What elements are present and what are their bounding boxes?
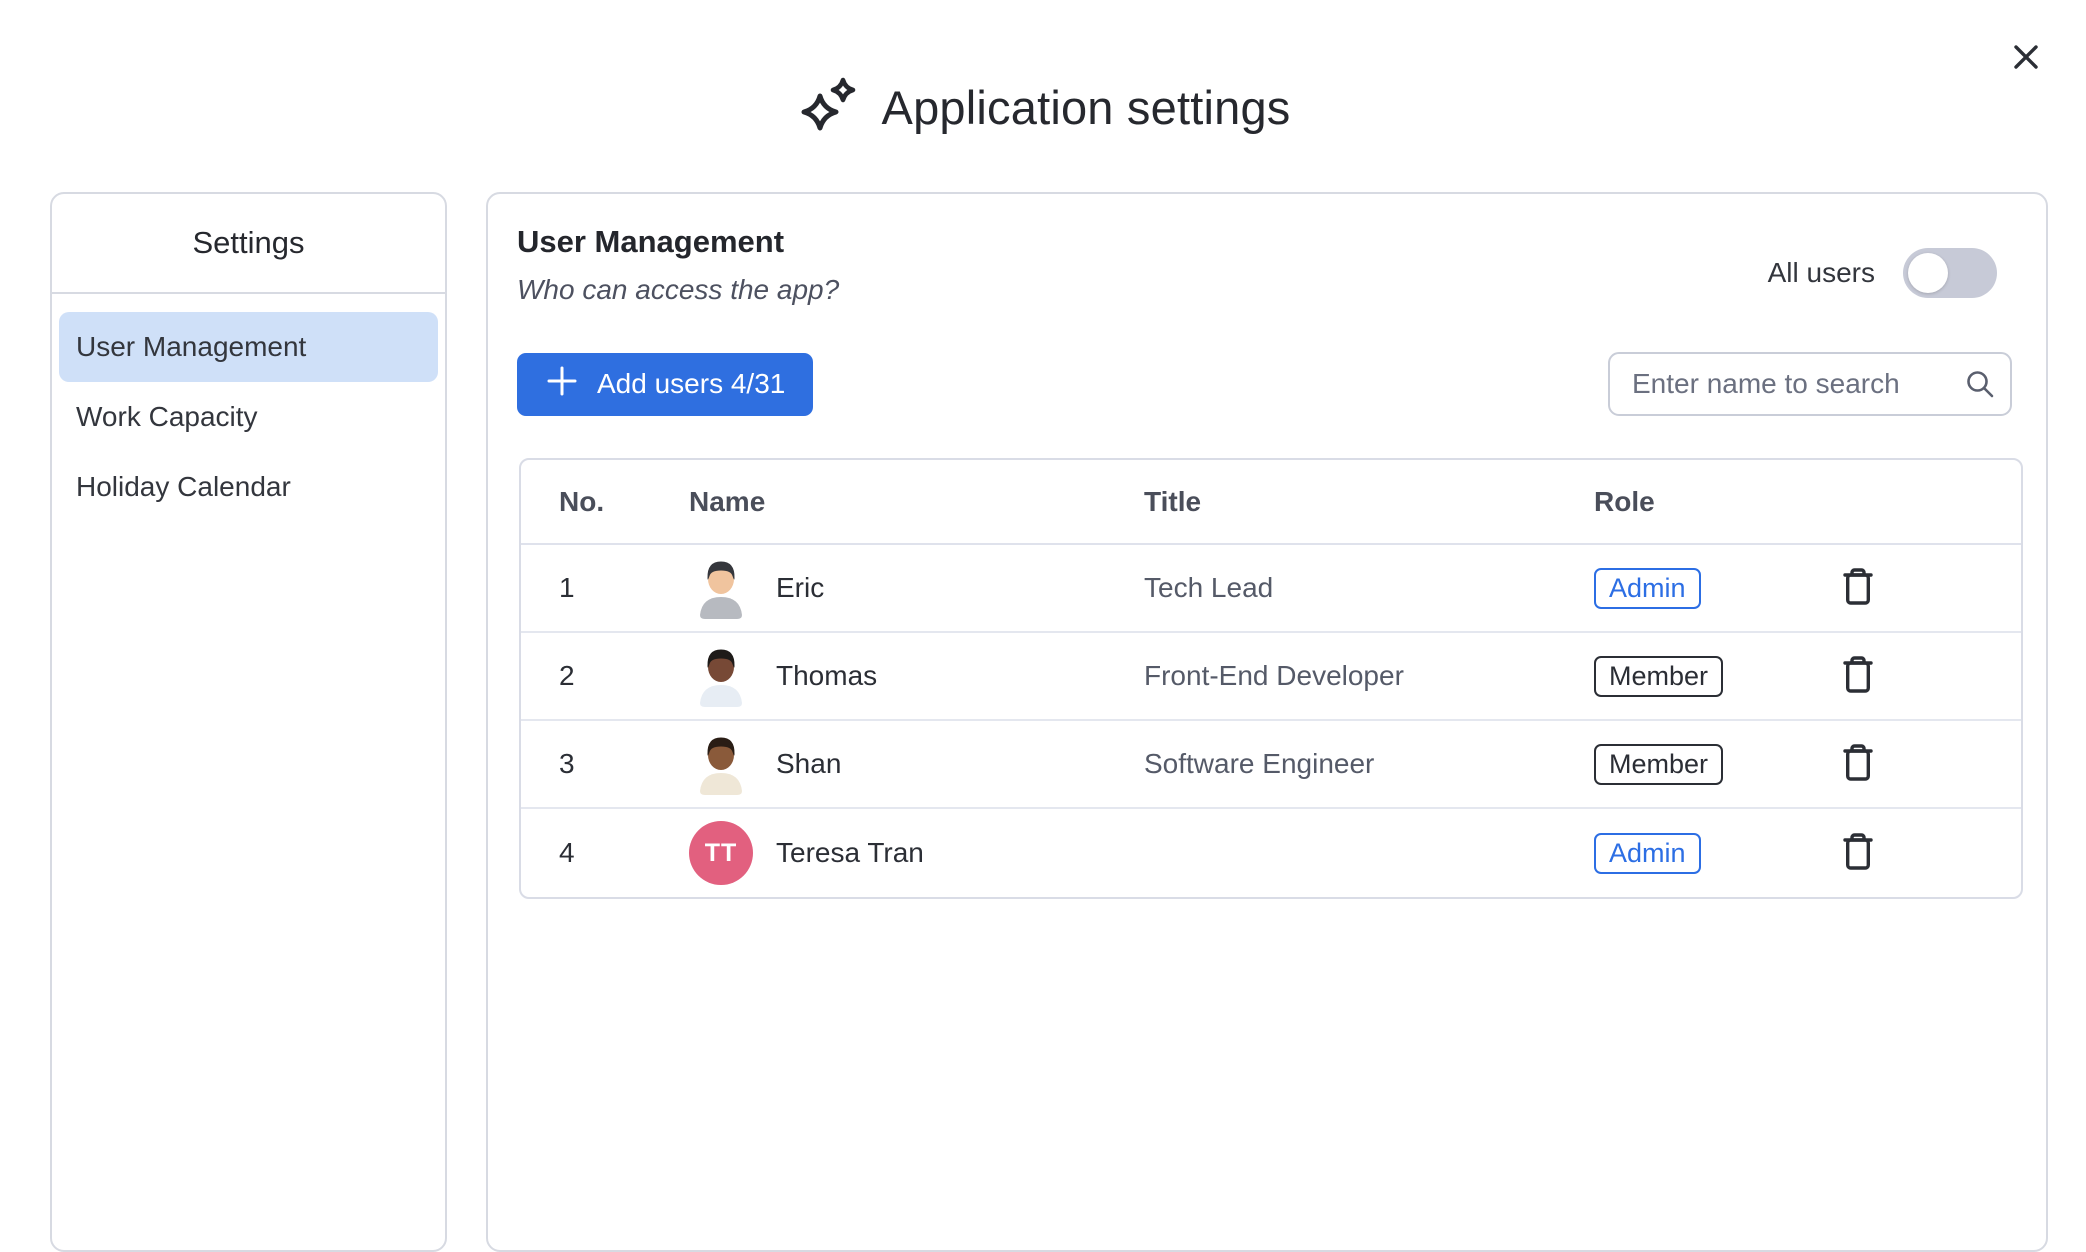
row-number: 3	[559, 748, 689, 780]
sidebar-item-user-management[interactable]: User Management	[59, 312, 438, 382]
search-input[interactable]	[1608, 352, 2012, 416]
table-row: 4 TT Teresa Tran Admin	[521, 809, 2021, 897]
panel-subtitle: Who can access the app?	[517, 274, 839, 306]
sidebar-item-holiday-calendar[interactable]: Holiday Calendar	[59, 452, 438, 522]
page-title: Application settings	[882, 80, 1291, 135]
sparkles-icon	[796, 72, 862, 143]
role-badge-admin[interactable]: Admin	[1594, 568, 1701, 609]
panel-header: User Management Who can access the app? …	[517, 224, 2017, 306]
plus-icon	[545, 364, 579, 405]
all-users-label: All users	[1768, 257, 1875, 289]
row-number: 2	[559, 660, 689, 692]
toolbar: Add users 4/31	[517, 352, 2017, 416]
sidebar-item-work-capacity[interactable]: Work Capacity	[59, 382, 438, 452]
table-header-row: No.NameTitleRole	[521, 460, 2021, 545]
column-header: Role	[1594, 486, 1834, 518]
sidebar-title: Settings	[52, 194, 445, 294]
role-badge-member[interactable]: Member	[1594, 744, 1723, 785]
user-title: Software Engineer	[1144, 748, 1594, 780]
sidebar-list: User ManagementWork CapacityHoliday Cale…	[52, 294, 445, 522]
table-row: 1 Eric Tech Lead Admin	[521, 545, 2021, 633]
users-table: No.NameTitleRole 1 Eric Tech Lead Admin …	[519, 458, 2023, 899]
user-title: Front-End Developer	[1144, 660, 1594, 692]
delete-user-button[interactable]	[1834, 561, 1882, 616]
role-badge-admin[interactable]: Admin	[1594, 833, 1701, 874]
user-name: Eric	[776, 572, 824, 604]
delete-user-button[interactable]	[1834, 826, 1882, 881]
role-badge-member[interactable]: Member	[1594, 656, 1723, 697]
user-avatar	[689, 644, 753, 708]
trash-icon	[1839, 741, 1877, 785]
table-body: 1 Eric Tech Lead Admin 2 Thomas Front-En…	[521, 545, 2021, 897]
user-name: Thomas	[776, 660, 877, 692]
panel-title: User Management	[517, 224, 839, 260]
close-icon	[2010, 41, 2042, 76]
user-avatar: TT	[689, 821, 753, 885]
trash-icon	[1839, 653, 1877, 697]
add-users-button[interactable]: Add users 4/31	[517, 353, 813, 416]
user-avatar	[689, 732, 753, 796]
user-name: Teresa Tran	[776, 837, 924, 869]
column-header: Title	[1144, 486, 1594, 518]
user-management-panel: User Management Who can access the app? …	[486, 192, 2048, 1252]
row-number: 4	[559, 837, 689, 869]
column-header: Name	[689, 486, 1144, 518]
user-title: Tech Lead	[1144, 572, 1594, 604]
search-box	[1608, 352, 2012, 416]
user-avatar	[689, 556, 753, 620]
table-row: 2 Thomas Front-End Developer Member	[521, 633, 2021, 721]
modal-header: Application settings	[0, 72, 2086, 143]
all-users-toggle[interactable]	[1903, 248, 1997, 298]
user-name: Shan	[776, 748, 841, 780]
trash-icon	[1839, 830, 1877, 874]
delete-user-button[interactable]	[1834, 737, 1882, 792]
trash-icon	[1839, 565, 1877, 609]
settings-sidebar: Settings User ManagementWork CapacityHol…	[50, 192, 447, 1252]
delete-user-button[interactable]	[1834, 649, 1882, 704]
column-header: No.	[559, 486, 689, 518]
table-row: 3 Shan Software Engineer Member	[521, 721, 2021, 809]
add-users-label: Add users 4/31	[597, 368, 785, 400]
toggle-knob	[1908, 253, 1948, 293]
row-number: 1	[559, 572, 689, 604]
